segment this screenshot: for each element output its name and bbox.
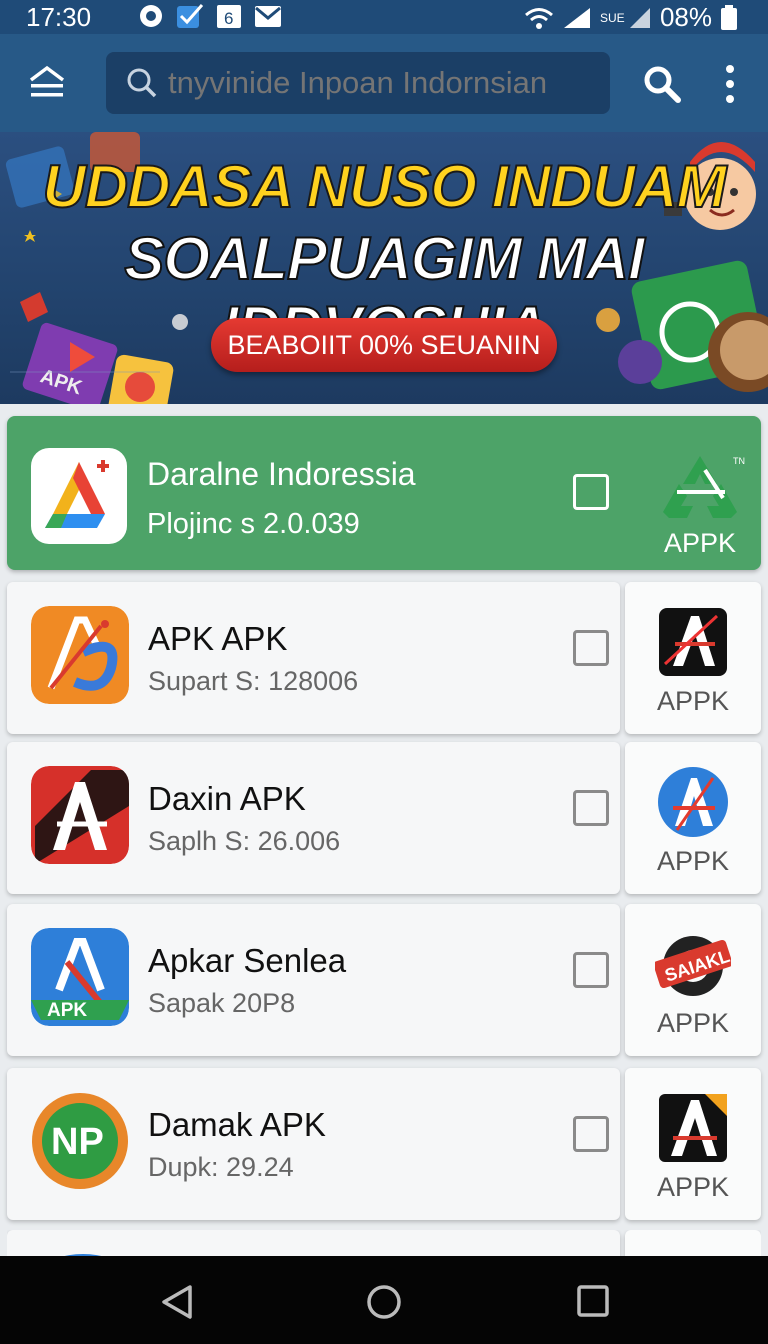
calendar-icon: 6 (217, 5, 241, 28)
list-item-name: APK APK (148, 620, 288, 657)
list-item-card[interactable]: APK APK Supart S: 128006 (7, 582, 620, 734)
search-button-icon[interactable] (642, 64, 682, 104)
sale-tag-icon: SAIAKL (655, 936, 731, 996)
search-input[interactable] (168, 60, 598, 106)
svg-text:6: 6 (224, 9, 233, 28)
list-item-badge-label: APPK (656, 1008, 730, 1038)
apk-blue-app-icon: APK (31, 928, 129, 1026)
apk-icon-tag: APK (47, 1000, 87, 1021)
list-item-card[interactable]: Daxin APK Saplh S: 26.006 (7, 742, 620, 894)
battery-icon (721, 4, 737, 30)
list-item-badge-label: APPK (656, 1172, 730, 1202)
apk-red-app-icon (31, 766, 129, 864)
banner-title-line1: UDDASA NUSO INDUAM (41, 152, 727, 221)
list-item-apk-badge[interactable]: APPK (625, 1068, 761, 1220)
app-bar (0, 34, 768, 132)
list-item-card[interactable]: APK Apkar Senlea Sapak 20P8 (7, 904, 620, 1056)
list-item-name: Damak APK (148, 1106, 326, 1143)
list-item-subtitle: Saplh S: 26.006 (148, 826, 341, 856)
apk-black-logo-icon (659, 608, 727, 676)
list-item-apk-badge[interactable]: SAIAKL APPK (625, 904, 761, 1056)
mail-icon (255, 6, 281, 27)
featured-badge-label: APPK (663, 528, 737, 558)
network-label: SUE (599, 10, 625, 25)
recents-icon[interactable] (576, 1284, 610, 1318)
record-icon (140, 5, 162, 27)
promo-banner[interactable]: APK UDDASA NUSO INDUAM SOALPUAGIM MAI ID… (0, 132, 768, 404)
featured-apk-badge[interactable]: TN APPK (655, 452, 745, 562)
list-item-apk-badge[interactable]: APPK (625, 742, 761, 894)
list-item-name: Apkar Senlea (148, 942, 347, 979)
back-icon[interactable] (160, 1284, 194, 1320)
apk-orange-app-icon (31, 606, 129, 704)
more-options-icon[interactable] (718, 64, 742, 104)
check-icon (177, 4, 204, 28)
home-icon[interactable] (366, 1284, 402, 1320)
menu-icon[interactable] (28, 64, 66, 100)
wifi-icon (524, 7, 553, 29)
search-icon (127, 68, 157, 98)
battery-percent: 08% (659, 2, 712, 32)
featured-app-icon (31, 448, 127, 544)
featured-app-item[interactable]: Daralne Indoressia Plojinc s 2.0.039 TN … (7, 416, 761, 570)
svg-text:TN: TN (733, 456, 745, 466)
list-item[interactable]: APK Apkar Senlea Sapak 20P8 SAIAKL APPK (7, 904, 761, 1056)
signal-icon (563, 7, 590, 28)
list-item-checkbox[interactable] (573, 630, 609, 666)
signal-icon-2 (629, 7, 650, 28)
search-box[interactable] (106, 52, 610, 114)
list-item-subtitle: Dupk: 29.24 (148, 1152, 294, 1182)
notification-icons: 6 (138, 3, 282, 29)
list-item-subtitle: Sapak 20P8 (148, 988, 296, 1018)
apk-orange-square-icon (659, 1094, 727, 1162)
status-bar: 17:30 6 SUE 08% (0, 0, 768, 34)
list-item-subtitle: Supart S: 128006 (148, 666, 359, 696)
np-icon-text: NP (51, 1121, 104, 1163)
list-item-badge-label: APPK (656, 846, 730, 876)
list-item-badge-label: APPK (656, 686, 730, 716)
list-item-name: Daxin APK (148, 780, 306, 817)
status-time: 17:30 (26, 2, 92, 32)
system-nav-bar (0, 1256, 768, 1344)
featured-app-name: Daralne Indoressia (147, 456, 416, 492)
banner-cta-button[interactable]: BEABOIIT 00% SEUANIN (211, 318, 557, 372)
np-app-icon: NP (32, 1093, 128, 1189)
list-item[interactable]: APK APK Supart S: 128006 APPK (7, 582, 761, 734)
featured-checkbox[interactable] (573, 474, 609, 510)
list-item-checkbox[interactable] (573, 952, 609, 988)
list-item[interactable]: Daxin APK Saplh S: 26.006 APPK (7, 742, 761, 894)
list-item[interactable]: NP Damak APK Dupk: 29.24 APPK (7, 1068, 761, 1220)
list-item-apk-badge[interactable]: APPK (625, 582, 761, 734)
drive-logo-icon (45, 460, 109, 528)
apk-blue-circle-icon (658, 767, 728, 837)
list-item-checkbox[interactable] (573, 790, 609, 826)
featured-app-subtitle: Plojinc s 2.0.039 (147, 508, 360, 540)
list-item-checkbox[interactable] (573, 1116, 609, 1152)
recycle-icon: TN (663, 456, 745, 518)
list-item-card[interactable]: NP Damak APK Dupk: 29.24 (7, 1068, 620, 1220)
